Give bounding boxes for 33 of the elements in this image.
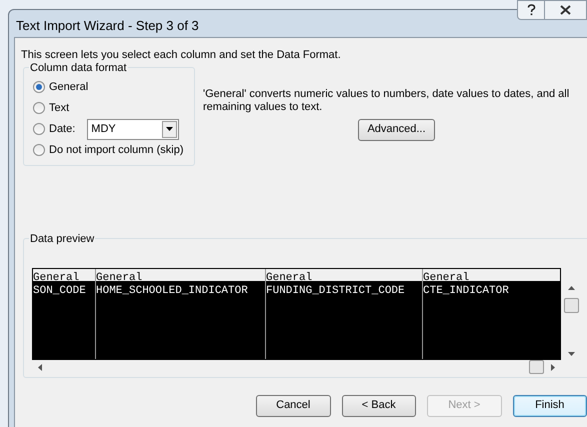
scroll-thumb[interactable] [564, 298, 579, 312]
radio-button[interactable] [33, 123, 45, 135]
close-icon [560, 5, 571, 15]
description-text: 'General' converts numeric values to numbers, date values to dates, and all remaining values to text. [203, 88, 570, 114]
radio-label[interactable]: Date: [49, 120, 76, 138]
radio-button[interactable] [33, 102, 45, 114]
column-header[interactable]: General [266, 268, 422, 282]
scroll-right-icon[interactable] [551, 364, 555, 370]
column-header[interactable]: General [33, 268, 95, 282]
table-cell: HOME_SCHOOLED_INDICATOR [96, 284, 248, 296]
radio-label[interactable]: General [49, 78, 88, 96]
window-title: Text Import Wizard - Step 3 of 3 [16, 17, 199, 35]
help-icon [526, 4, 536, 16]
advanced-button[interactable]: Advanced... [358, 118, 435, 140]
table-cell: FUNDING_DISTRICT_CODE [266, 284, 405, 296]
help-button[interactable] [517, 0, 545, 20]
column-header[interactable]: General [423, 268, 560, 282]
scroll-left-icon[interactable] [38, 364, 42, 370]
radio-label[interactable]: Text [49, 100, 70, 116]
scroll-up-icon[interactable] [568, 286, 575, 290]
table-cell: CTE_INDICATOR [423, 284, 509, 296]
scroll-down-icon[interactable] [568, 352, 575, 356]
dialog-button[interactable]: < Back [342, 394, 416, 416]
radio-button[interactable] [33, 81, 45, 93]
column-header[interactable]: General [96, 268, 265, 282]
date-format-dropdown[interactable]: MDY [87, 118, 180, 140]
dialog-button[interactable]: Finish [512, 394, 587, 416]
radio-label[interactable]: Do not import column (skip) [49, 142, 184, 158]
scroll-thumb[interactable] [529, 360, 544, 374]
radio-button[interactable] [33, 144, 45, 156]
close-button[interactable] [545, 0, 587, 20]
dialog-button[interactable]: Cancel [256, 394, 330, 416]
table-cell: SON_CODE [33, 284, 86, 296]
